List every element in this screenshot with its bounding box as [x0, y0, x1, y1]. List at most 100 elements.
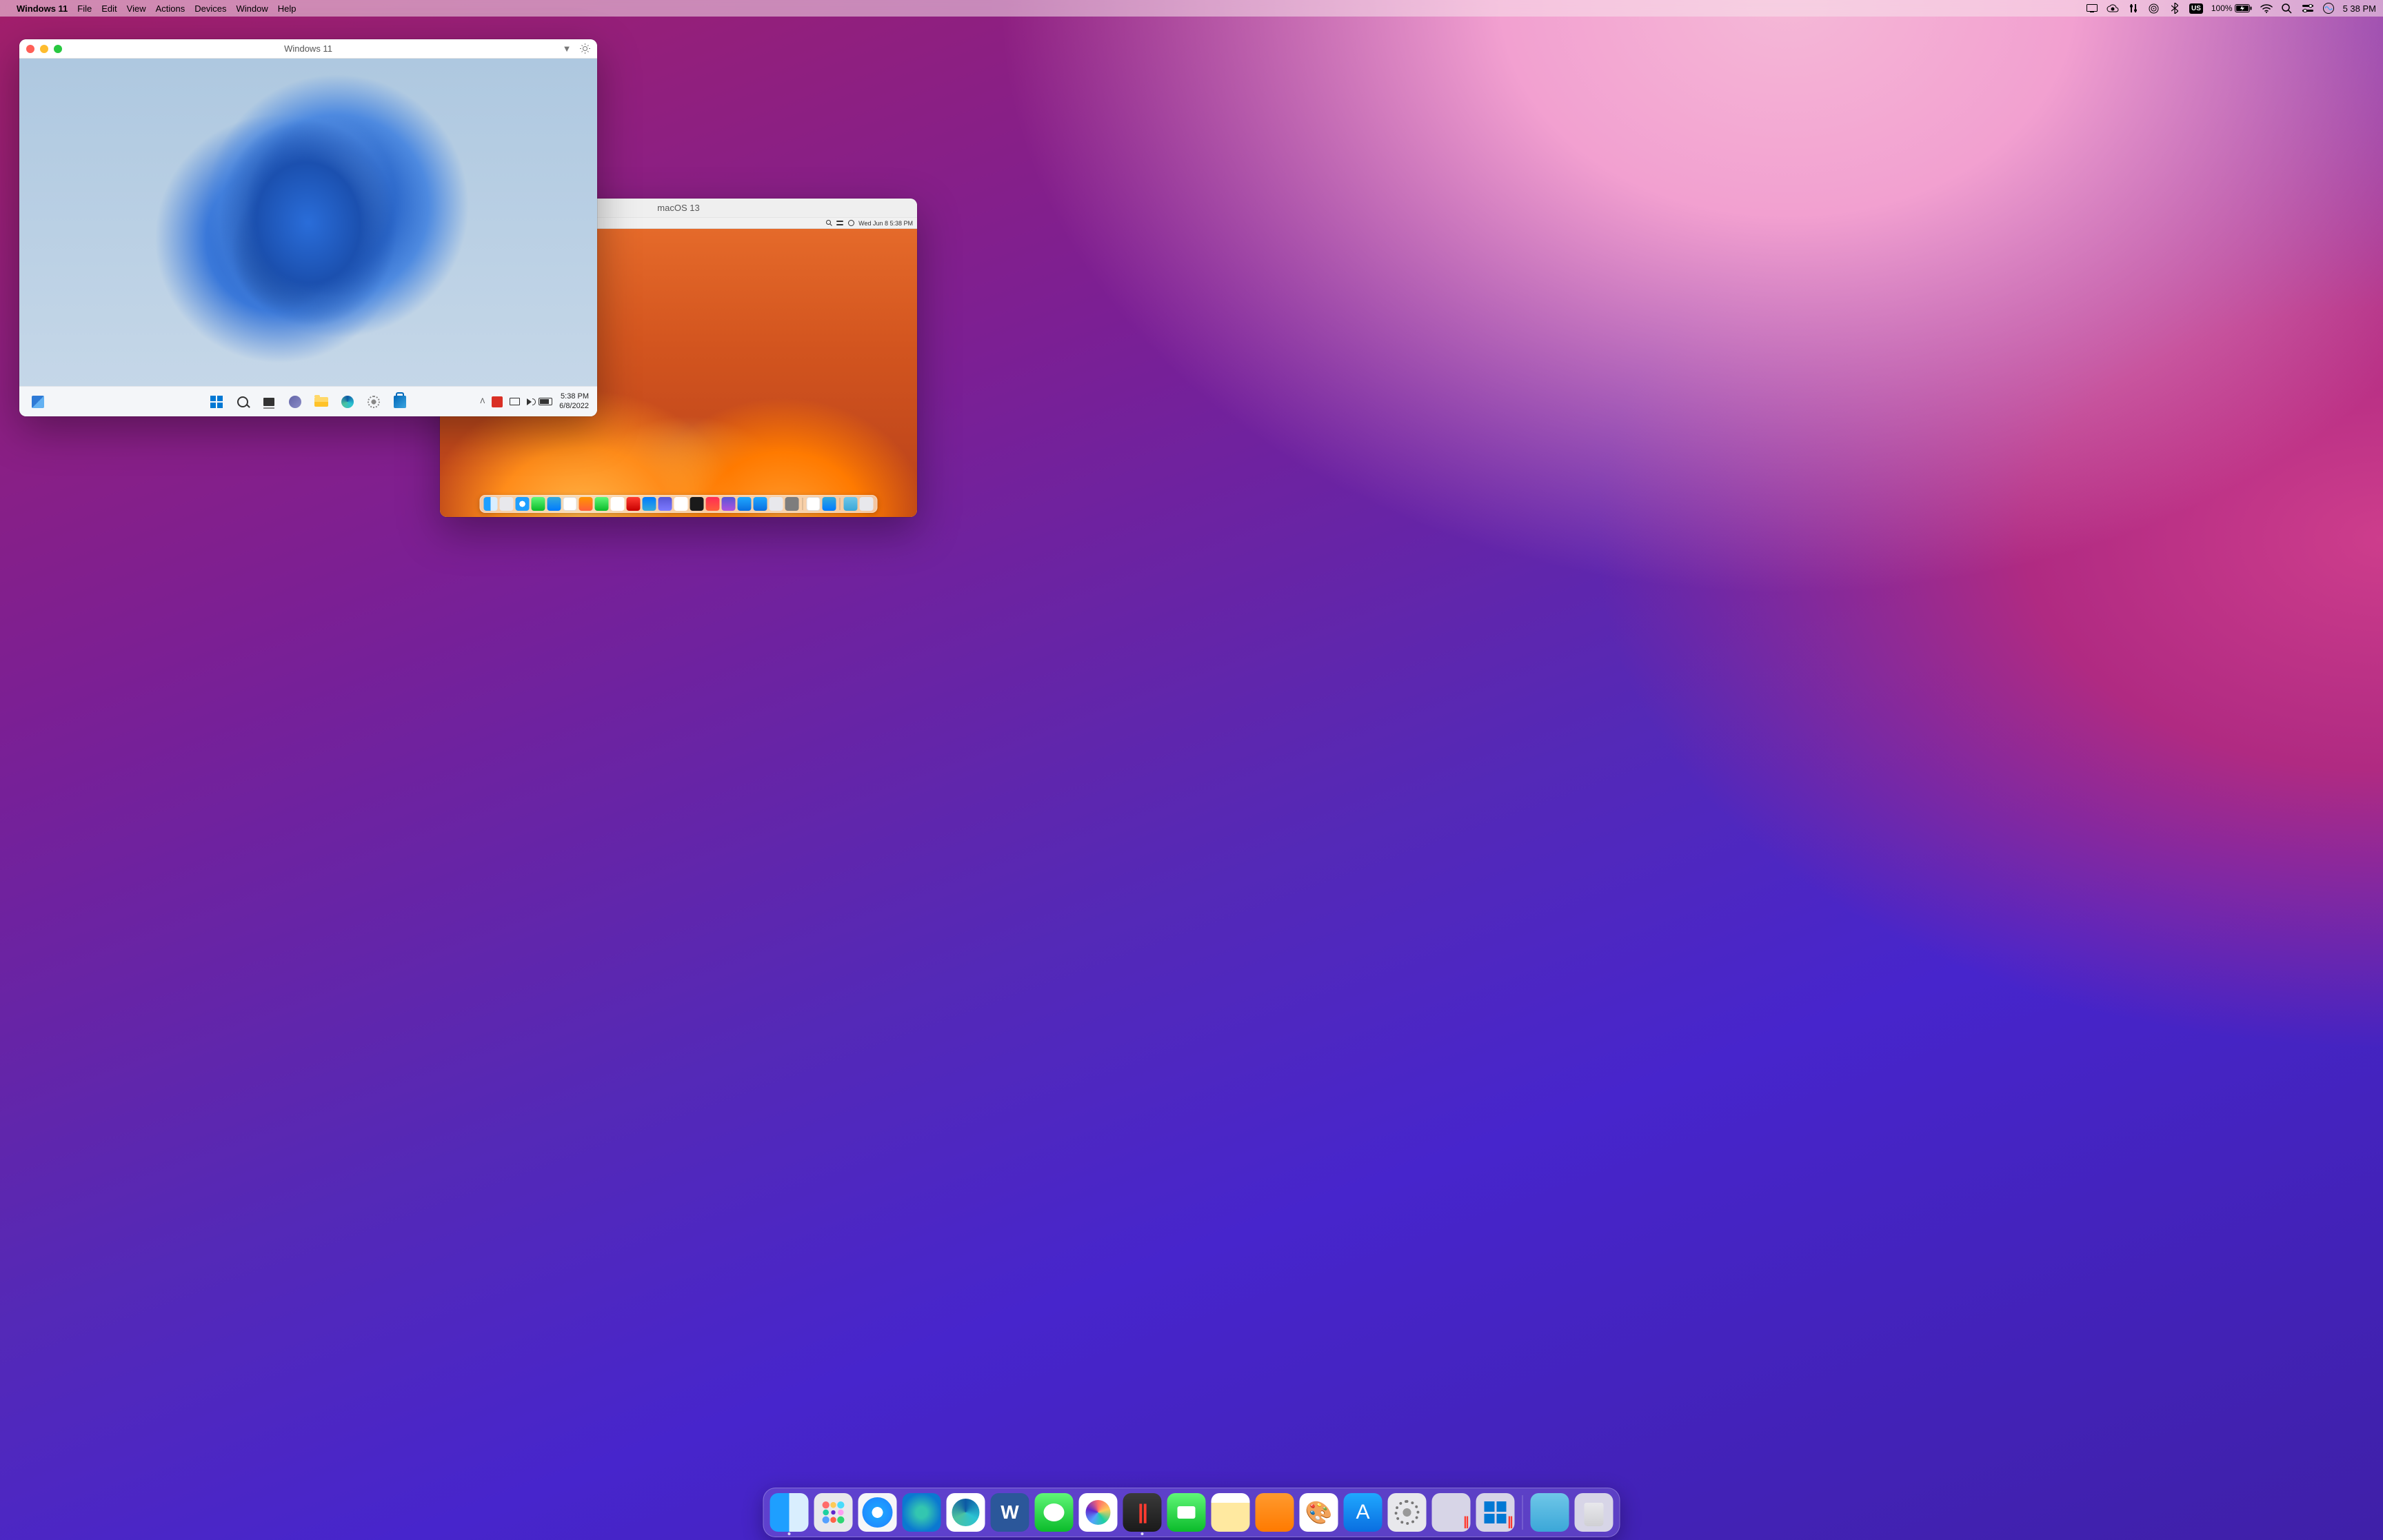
guest-spotlight-icon[interactable] — [825, 220, 832, 227]
app-menu[interactable]: Windows 11 — [17, 3, 68, 14]
guest-control-center-icon[interactable] — [836, 220, 843, 227]
tray-overflow-button[interactable]: ᐱ — [480, 398, 485, 405]
menuextra-input-source[interactable]: US — [2189, 3, 2203, 14]
menuextra-bluetooth-icon[interactable] — [2169, 2, 2181, 14]
taskbar-settings-button[interactable] — [363, 392, 384, 412]
dock-app-store[interactable] — [1344, 1493, 1382, 1532]
guest-dock-mail[interactable] — [547, 497, 561, 511]
menuextra-spotlight-icon[interactable] — [2281, 2, 2293, 14]
menu-help[interactable]: Help — [278, 3, 296, 14]
taskbar-search-button[interactable] — [232, 392, 253, 412]
guest-dock-facetime[interactable] — [595, 497, 609, 511]
menuextra-airdrop-icon[interactable] — [2148, 2, 2160, 14]
tray-volume-icon[interactable] — [527, 398, 532, 405]
guest-dock-podcasts[interactable] — [722, 497, 736, 511]
guest-dock — [480, 495, 878, 513]
taskbar-start-button[interactable] — [206, 392, 227, 412]
tray-clock[interactable]: 5:38 PM 6/8/2022 — [559, 392, 589, 410]
vm-titlebar[interactable]: Windows 11 ▼ — [19, 39, 597, 59]
menuextra-battery[interactable]: 100% — [2211, 3, 2252, 13]
guest-dock-trash[interactable] — [860, 497, 874, 511]
dock-trash[interactable] — [1575, 1493, 1613, 1532]
battery-icon — [2235, 4, 2252, 12]
windows-logo-icon — [210, 396, 223, 408]
guest-dock-contacts[interactable] — [643, 497, 656, 511]
menu-file[interactable]: File — [77, 3, 92, 14]
gear-icon — [368, 396, 380, 408]
host-dock: || || — [763, 1488, 1620, 1537]
vm-settings-icon[interactable] — [579, 43, 590, 54]
guest-dock-tv[interactable] — [690, 497, 704, 511]
guest-dock-photos[interactable] — [627, 497, 641, 511]
guest-dock-keynote[interactable] — [785, 497, 799, 511]
guest-dock-launchpad[interactable] — [500, 497, 514, 511]
menu-devices[interactable]: Devices — [194, 3, 226, 14]
tray-time: 5:38 PM — [559, 392, 589, 401]
guest-dock-appstore[interactable] — [754, 497, 767, 511]
guest-dock-system-settings[interactable] — [770, 497, 783, 511]
menuextra-tools-icon[interactable] — [2127, 2, 2140, 14]
guest-dock-finder[interactable] — [484, 497, 498, 511]
guest-dock-safari[interactable] — [516, 497, 530, 511]
menuextra-siri-icon[interactable] — [2322, 2, 2335, 14]
menuextra-clock[interactable]: 5 38 PM — [2343, 3, 2376, 14]
minimize-button[interactable] — [40, 45, 48, 53]
taskbar-edge-button[interactable] — [337, 392, 358, 412]
dock-finder[interactable] — [770, 1493, 809, 1532]
tray-battery-icon[interactable] — [539, 398, 552, 405]
dock-launchpad[interactable] — [814, 1493, 853, 1532]
tray-display-icon[interactable] — [510, 398, 520, 405]
windows-desktop[interactable] — [19, 59, 597, 386]
dock-notes[interactable] — [1211, 1493, 1250, 1532]
dock-safari[interactable] — [858, 1493, 897, 1532]
guest-siri-icon[interactable] — [847, 220, 854, 227]
guest-dock-calendar[interactable] — [611, 497, 625, 511]
guest-dock-news[interactable] — [738, 497, 752, 511]
dock-windows-vm-shortcut[interactable]: || — [1476, 1493, 1515, 1532]
guest-dock-music[interactable] — [706, 497, 720, 511]
dock-macos-vm-shortcut[interactable]: || — [1432, 1493, 1471, 1532]
guest-dock-app-extra2[interactable] — [823, 497, 836, 511]
guest-dock-downloads[interactable] — [844, 497, 858, 511]
dock-paintbrush[interactable] — [1300, 1493, 1338, 1532]
dock-messages[interactable] — [1035, 1493, 1074, 1532]
taskbar-tray: ᐱ 5:38 PM 6/8/2022 — [480, 392, 597, 410]
taskbar-store-button[interactable] — [390, 392, 410, 412]
dock-edge[interactable] — [947, 1493, 985, 1532]
taskbar-widgets-button[interactable] — [26, 392, 50, 412]
dock-word[interactable] — [991, 1493, 1029, 1532]
dock-facetime[interactable] — [1167, 1493, 1206, 1532]
menuextra-wifi-icon[interactable] — [2260, 2, 2273, 14]
menuextra-control-center-icon[interactable] — [2302, 2, 2314, 14]
menu-edit[interactable]: Edit — [101, 3, 117, 14]
close-button[interactable] — [26, 45, 34, 53]
zoom-button[interactable] — [54, 45, 62, 53]
menuextra-display-icon[interactable] — [2086, 2, 2098, 14]
window-title: Windows 11 — [19, 43, 597, 54]
guest-dock-messages[interactable] — [532, 497, 545, 511]
edge-icon — [341, 396, 354, 408]
taskbar-task-view-button[interactable] — [259, 392, 279, 412]
taskbar-file-explorer-button[interactable] — [311, 392, 332, 412]
guest-dock-maps[interactable] — [563, 497, 577, 511]
dock-parallels-desktop[interactable] — [1123, 1493, 1162, 1532]
dock-photos[interactable] — [1079, 1493, 1118, 1532]
vm-view-mode-icon[interactable]: ▼ — [561, 43, 572, 54]
vm-window-windows11[interactable]: Windows 11 ▼ ᐱ 5:38 PM 6/8/ — [19, 39, 597, 416]
guest-dock-reminders[interactable] — [658, 497, 672, 511]
menu-window[interactable]: Window — [237, 3, 268, 14]
chat-icon — [289, 396, 301, 408]
tray-parallels-tools-icon[interactable] — [492, 396, 503, 407]
dock-edge-canary[interactable] — [903, 1493, 941, 1532]
guest-dock-notes[interactable] — [674, 497, 688, 511]
dock-downloads-folder[interactable] — [1531, 1493, 1569, 1532]
dock-pages[interactable] — [1256, 1493, 1294, 1532]
taskbar-chat-button[interactable] — [285, 392, 305, 412]
guest-dock-app-extra1[interactable] — [807, 497, 821, 511]
menu-actions[interactable]: Actions — [156, 3, 185, 14]
menuextra-cloud-icon[interactable] — [2107, 2, 2119, 14]
dock-system-settings[interactable] — [1388, 1493, 1427, 1532]
guest-clock[interactable]: Wed Jun 8 5:38 PM — [858, 220, 913, 227]
guest-dock-findmy[interactable] — [579, 497, 593, 511]
menu-view[interactable]: View — [127, 3, 146, 14]
